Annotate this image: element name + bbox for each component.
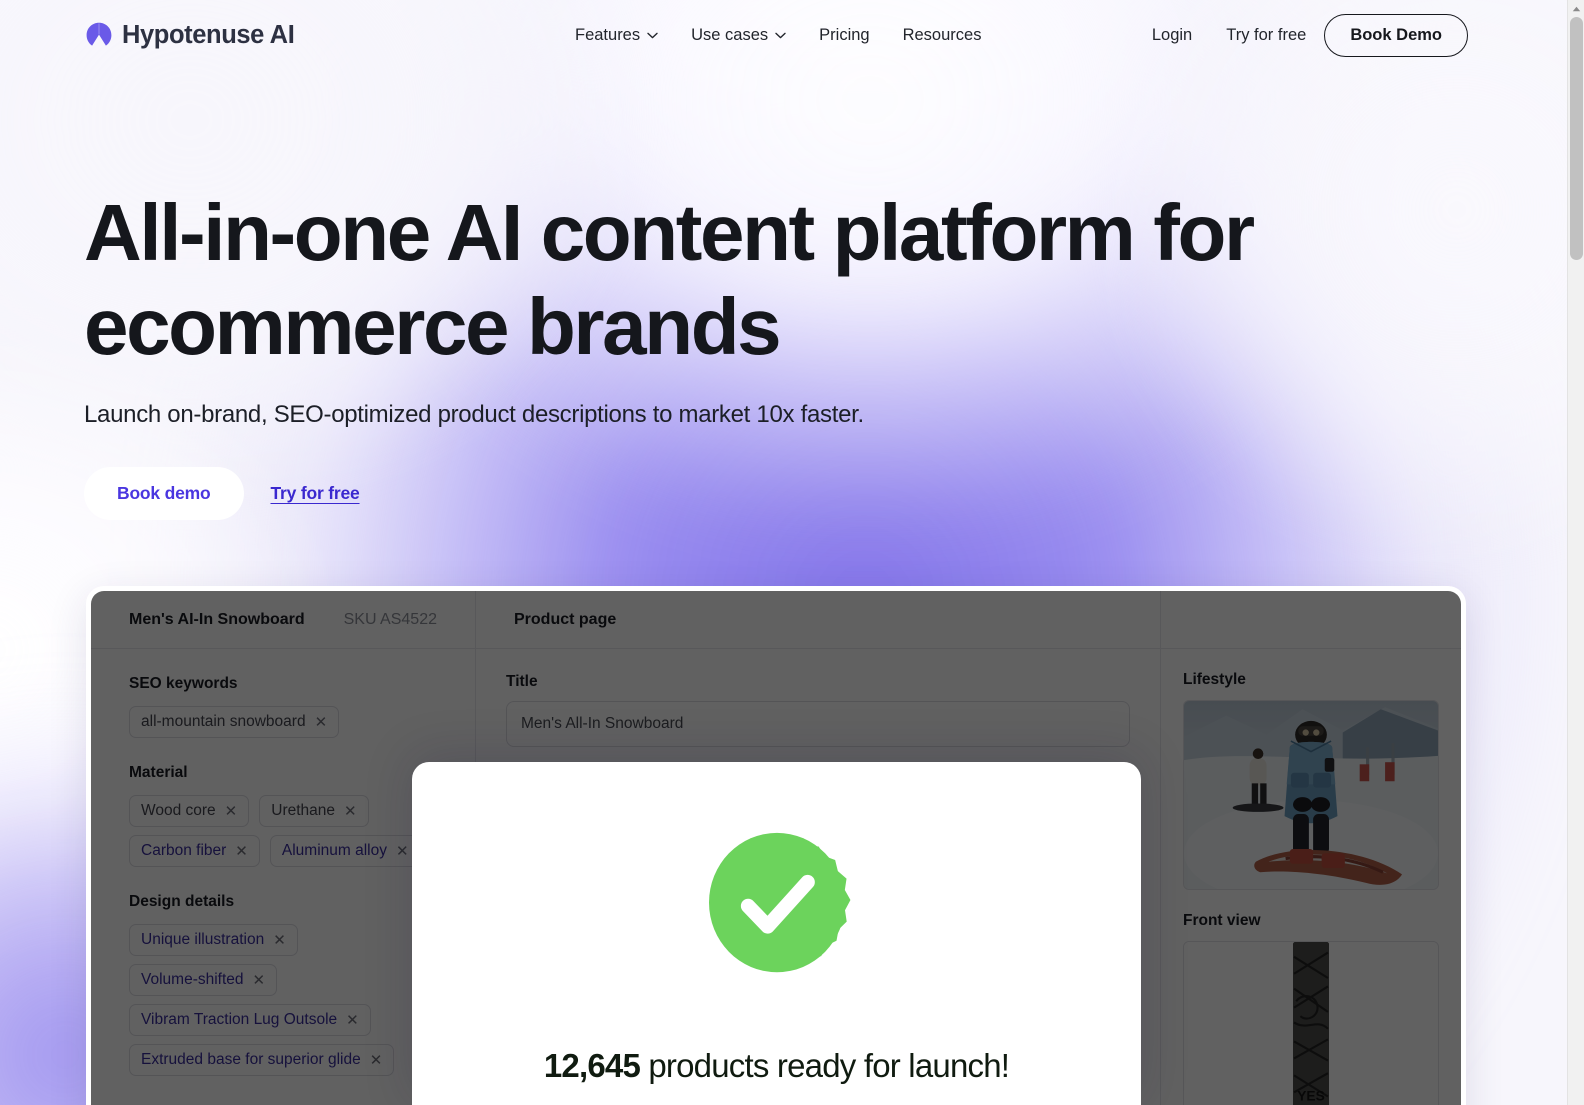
- close-x-icon[interactable]: ✕: [396, 844, 409, 859]
- chip-carbon-fiber[interactable]: Carbon fiber ✕: [129, 835, 260, 867]
- nav-item-use-cases[interactable]: Use cases: [691, 26, 786, 45]
- close-x-icon[interactable]: ✕: [235, 844, 248, 859]
- seo-keywords-chips: all-mountain snowboard ✕: [129, 706, 437, 738]
- product-page-header: Product page: [476, 591, 1160, 649]
- chip-label: Carbon fiber: [141, 842, 227, 859]
- media-panel-body: Lifestyle Front view YES: [1161, 649, 1461, 1105]
- book-demo-button[interactable]: Book Demo: [1324, 13, 1468, 57]
- close-x-icon[interactable]: ✕: [346, 1013, 359, 1028]
- snowboarder-photo: [1184, 701, 1438, 889]
- chevron-down-icon: [775, 32, 786, 38]
- page-title: All-in-one AI content platform for ecomm…: [84, 186, 1334, 373]
- hero-section: All-in-one AI content platform for ecomm…: [84, 186, 1334, 521]
- close-x-icon[interactable]: ✕: [344, 804, 357, 819]
- close-x-icon[interactable]: ✕: [370, 1053, 383, 1068]
- chip-vibram-traction-lug-outsole[interactable]: Vibram Traction Lug Outsole ✕: [129, 1004, 371, 1036]
- headline-line-1: All-in-one AI content platform for: [84, 188, 1255, 277]
- chip-unique-illustration[interactable]: Unique illustration ✕: [129, 924, 298, 956]
- try-for-free-button[interactable]: Try for free: [271, 483, 360, 504]
- product-sku: SKU AS4522: [343, 610, 437, 628]
- product-page-title: Product page: [514, 610, 617, 628]
- seo-keywords-label: SEO keywords: [129, 675, 238, 692]
- chip-label: Vibram Traction Lug Outsole: [141, 1011, 338, 1028]
- chip-label: Wood core: [141, 802, 216, 819]
- scroll-up-arrow-icon[interactable]: [1568, 0, 1584, 17]
- hypotenuse-leaf-logo-icon: [86, 22, 112, 46]
- chip-label: Extruded base for superior glide: [141, 1051, 361, 1068]
- chip-label: Volume-shifted: [141, 971, 244, 988]
- front-view-image-label: Front view: [1183, 912, 1261, 929]
- design-details-label: Design details: [129, 893, 235, 910]
- close-x-icon[interactable]: ✕: [225, 804, 238, 819]
- design-details-chips: Unique illustration ✕ Volume-shifted ✕ V…: [129, 924, 437, 1076]
- snowboard-front-photo: YES: [1184, 942, 1438, 1105]
- media-panel-header: [1161, 591, 1461, 649]
- close-x-icon[interactable]: ✕: [315, 715, 328, 730]
- chip-all-mountain-snowboard[interactable]: all-mountain snowboard ✕: [129, 706, 340, 738]
- nav-actions: Login Try for free Book Demo: [1152, 13, 1468, 57]
- success-message-rest: products ready for launch!: [640, 1047, 1010, 1084]
- hero-cta-group: Book demo Try for free: [84, 467, 1334, 521]
- title-input[interactable]: Men's All-In Snowboard: [506, 701, 1130, 747]
- media-panel: Lifestyle Front view YES: [1161, 591, 1461, 1105]
- success-badge-wrapper: [692, 831, 862, 1003]
- lifestyle-image[interactable]: [1183, 700, 1439, 890]
- product-panel-header: Men's AI-In Snowboard SKU AS4522: [91, 591, 475, 649]
- chip-label: all-mountain snowboard: [141, 713, 306, 730]
- try-for-free-link[interactable]: Try for free: [1226, 26, 1306, 45]
- nav-item-pricing[interactable]: Pricing: [819, 26, 869, 45]
- material-label: Material: [129, 764, 188, 781]
- title-field-label: Title: [506, 673, 538, 690]
- chip-label: Aluminum alloy: [281, 842, 387, 859]
- chip-extruded-base-for-superior-glide[interactable]: Extruded base for superior glide ✕: [129, 1044, 395, 1076]
- top-navigation-bar: Hypotenuse AI Features Use cases Pricing…: [0, 0, 1567, 70]
- book-demo-primary-button[interactable]: Book demo: [84, 467, 244, 521]
- primary-nav-links: Features Use cases Pricing Resources: [575, 26, 981, 45]
- chip-aluminum-alloy[interactable]: Aluminum alloy ✕: [269, 835, 421, 867]
- hero-subheadline: Launch on-brand, SEO-optimized product d…: [84, 401, 864, 429]
- nav-item-resources[interactable]: Resources: [903, 26, 982, 45]
- product-title: Men's AI-In Snowboard: [129, 610, 305, 628]
- close-x-icon[interactable]: ✕: [273, 933, 286, 948]
- svg-text:YES: YES: [1297, 1089, 1325, 1104]
- chip-label: Unique illustration: [141, 931, 265, 948]
- nav-item-features[interactable]: Features: [575, 26, 658, 45]
- brand-name: Hypotenuse AI: [122, 20, 295, 49]
- chip-volume-shifted[interactable]: Volume-shifted ✕: [129, 964, 278, 996]
- close-x-icon[interactable]: ✕: [253, 973, 266, 988]
- green-check-badge-icon: [708, 832, 850, 973]
- front-view-image[interactable]: YES: [1183, 941, 1439, 1105]
- brand-logo-link[interactable]: Hypotenuse AI: [86, 20, 295, 50]
- scrollbar-thumb[interactable]: [1570, 17, 1583, 260]
- lifestyle-image-label: Lifestyle: [1183, 671, 1246, 688]
- page-viewport: Hypotenuse AI Features Use cases Pricing…: [0, 0, 1567, 1105]
- product-count: 12,645: [543, 1047, 641, 1084]
- login-link[interactable]: Login: [1152, 26, 1192, 45]
- success-message: 12,645 products ready for launch!: [543, 1047, 1010, 1085]
- nav-item-features-label: Features: [575, 25, 641, 44]
- chip-label: Urethane: [271, 802, 336, 819]
- material-chips: Wood core ✕ Urethane ✕ Carbon fiber ✕ Al…: [129, 795, 437, 867]
- nav-item-use-cases-label: Use cases: [691, 25, 769, 44]
- chevron-down-icon: [647, 32, 658, 38]
- headline-line-2: ecommerce brands: [84, 281, 782, 371]
- chip-wood-core[interactable]: Wood core ✕: [129, 795, 250, 827]
- chip-urethane[interactable]: Urethane ✕: [259, 795, 369, 827]
- success-modal: 12,645 products ready for launch!: [412, 762, 1141, 1105]
- page-scrollbar[interactable]: [1567, 0, 1584, 1105]
